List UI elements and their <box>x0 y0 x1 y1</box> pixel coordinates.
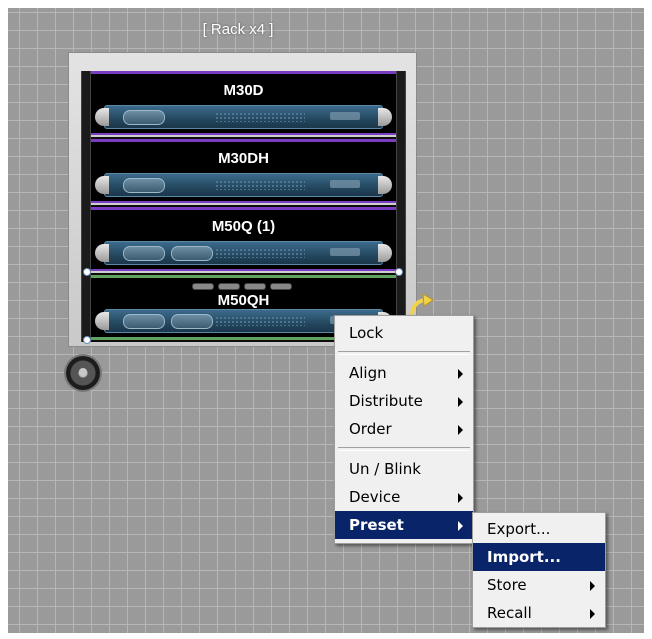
submenu-arrow-icon <box>458 369 463 379</box>
amplifier-faceplate <box>95 105 392 129</box>
preset-submenu: Export... Import... Store Recall <box>472 512 606 628</box>
rack-interior: M30D M30DH M50Q (1) M50QH <box>81 71 406 342</box>
status-leds <box>192 275 296 290</box>
amplifier-faceplate <box>95 241 392 265</box>
selection-handle[interactable] <box>83 336 91 344</box>
menu-item-export[interactable]: Export... <box>473 515 605 543</box>
vent-grille <box>215 180 305 190</box>
brand-logo <box>330 180 360 188</box>
menu-separator <box>338 447 470 451</box>
rack-unit-m30dh[interactable]: M30DH <box>87 139 400 205</box>
rack-title: [ Rack x4 ] <box>202 21 274 38</box>
submenu-arrow-icon <box>590 581 595 591</box>
submenu-arrow-icon <box>458 493 463 503</box>
vent-grille <box>215 112 305 122</box>
menu-separator <box>338 351 470 355</box>
submenu-arrow-icon <box>590 609 595 619</box>
context-menu: Lock Align Distribute Order Un / Blink D… <box>334 315 474 544</box>
volume-knob-icon <box>123 178 165 193</box>
unit-label: M50Q (1) <box>211 218 276 235</box>
menu-item-distribute[interactable]: Distribute <box>335 387 473 415</box>
brand-logo <box>330 112 360 120</box>
caster-wheel-icon <box>66 356 100 390</box>
menu-item-import[interactable]: Import... <box>473 543 605 571</box>
rack-frame[interactable]: M30D M30DH M50Q (1) M50QH <box>68 52 417 347</box>
vent-grille <box>215 316 305 326</box>
unit-label: M30D <box>223 82 264 99</box>
selection-handle[interactable] <box>83 268 91 276</box>
brand-logo <box>330 248 360 256</box>
rack-unit-m30d[interactable]: M30D <box>87 71 400 137</box>
selection-handle[interactable] <box>395 268 403 276</box>
menu-item-store[interactable]: Store <box>473 571 605 599</box>
amplifier-faceplate <box>95 173 392 197</box>
volume-knob-icon <box>171 314 213 329</box>
volume-knob-icon <box>123 246 165 261</box>
menu-item-preset[interactable]: Preset <box>335 511 473 539</box>
menu-item-lock[interactable]: Lock <box>335 319 473 347</box>
submenu-arrow-icon <box>458 425 463 435</box>
submenu-arrow-icon <box>458 397 463 407</box>
volume-knob-icon <box>123 110 165 125</box>
submenu-arrow-icon <box>458 521 463 531</box>
volume-knob-icon <box>171 246 213 261</box>
unit-label: M30DH <box>218 150 269 167</box>
rack-unit-m50q[interactable]: M50Q (1) <box>87 207 400 273</box>
rack-rail-left <box>81 71 91 342</box>
volume-knob-icon <box>123 314 165 329</box>
rack-rail-right <box>396 71 406 342</box>
menu-item-order[interactable]: Order <box>335 415 473 443</box>
rotate-arrow-icon[interactable] <box>408 291 438 317</box>
unit-label: M50QH <box>217 292 270 309</box>
menu-item-recall[interactable]: Recall <box>473 599 605 627</box>
menu-item-align[interactable]: Align <box>335 359 473 387</box>
vent-grille <box>215 248 305 258</box>
menu-item-device[interactable]: Device <box>335 483 473 511</box>
menu-item-un-blink[interactable]: Un / Blink <box>335 455 473 483</box>
